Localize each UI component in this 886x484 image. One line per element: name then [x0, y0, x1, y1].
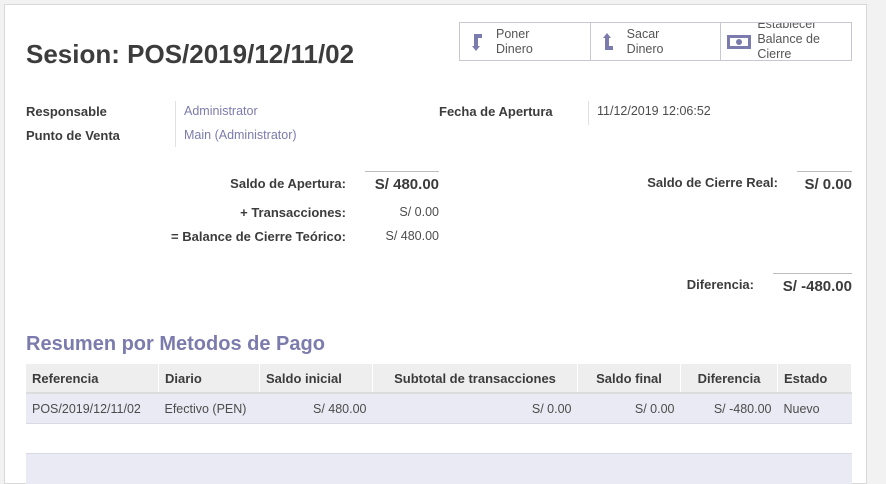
cell-saldo-final: S/ 0.00 — [577, 393, 681, 424]
column-header-saldo-final[interactable]: Saldo final — [577, 364, 681, 394]
column-header-estado[interactable]: Estado — [777, 364, 852, 394]
balance-teorico-value: S/ 480.00 — [385, 229, 439, 243]
arrow-up-icon — [591, 32, 627, 52]
diferencia-label: Diferencia: — [686, 277, 754, 292]
put-money-label-line: Dinero — [496, 41, 533, 56]
responsable-label: Responsable — [26, 104, 107, 119]
payment-summary-title: Resumen por Metodos de Pago — [26, 333, 325, 355]
payment-summary-table: Referencia Diario Saldo inicial Subtotal… — [26, 364, 852, 424]
saldo-cierre-real-value: S/ 0.00 — [797, 171, 852, 193]
transacciones-value: S/ 0.00 — [399, 205, 439, 219]
money-bill-icon — [721, 34, 757, 50]
put-money-button[interactable]: Poner Dinero — [460, 23, 591, 60]
take-money-label-line: Sacar — [626, 26, 660, 41]
column-header-diario[interactable]: Diario — [158, 364, 260, 394]
take-money-button[interactable]: Sacar Dinero — [591, 23, 722, 60]
table-row[interactable]: POS/2019/12/11/02 Efectivo (PEN) S/ 480.… — [26, 393, 852, 424]
set-closing-balance-button[interactable]: Establecer Balance de Cierre — [721, 23, 851, 60]
column-header-subtotal[interactable]: Subtotal de transacciones — [372, 364, 578, 394]
table-header-row: Referencia Diario Saldo inicial Subtotal… — [26, 364, 852, 394]
transacciones-label: + Transacciones: — [240, 205, 346, 220]
cell-saldo-inicial: S/ 480.00 — [259, 393, 373, 424]
set-balance-label-line: Balance de — [757, 32, 820, 46]
field-divider — [175, 101, 176, 147]
diferencia-value: S/ -480.00 — [773, 273, 852, 295]
cell-estado: Nuevo — [777, 393, 852, 424]
field-divider — [588, 101, 589, 125]
column-header-referencia[interactable]: Referencia — [26, 364, 159, 394]
cell-subtotal: S/ 0.00 — [372, 393, 578, 424]
column-header-saldo-inicial[interactable]: Saldo inicial — [259, 364, 373, 394]
arrow-down-icon — [460, 32, 496, 52]
responsable-link[interactable]: Administrator — [184, 104, 258, 118]
fecha-apertura-value: 11/12/2019 12:06:52 — [597, 104, 711, 118]
set-balance-label-line: Cierre — [757, 47, 792, 60]
balance-teorico-label: = Balance de Cierre Teórico: — [171, 229, 346, 244]
saldo-cierre-real-label: Saldo de Cierre Real: — [647, 175, 778, 190]
punto-venta-label: Punto de Venta — [26, 128, 120, 143]
set-balance-label-line: Establecer — [757, 23, 817, 31]
fecha-apertura-label: Fecha de Apertura — [439, 104, 553, 119]
punto-venta-link[interactable]: Main (Administrator) — [184, 128, 297, 142]
cell-diferencia: S/ -480.00 — [680, 393, 778, 424]
saldo-apertura-value: S/ 480.00 — [365, 171, 439, 193]
take-money-label-line: Dinero — [626, 41, 664, 56]
form-sheet: Sesion: POS/2019/12/11/02 Poner Dinero S… — [4, 4, 867, 484]
cell-diario: Efectivo (PEN) — [158, 393, 260, 424]
page-title: Sesion: POS/2019/12/11/02 — [26, 39, 355, 69]
column-header-diferencia[interactable]: Diferencia — [680, 364, 778, 394]
put-money-label-line: Poner — [496, 26, 530, 41]
stat-button-box: Poner Dinero Sacar Dinero Establecer Bal… — [459, 22, 852, 61]
next-section-bar — [26, 453, 852, 484]
cell-referencia: POS/2019/12/11/02 — [26, 393, 159, 424]
saldo-apertura-label: Saldo de Apertura: — [230, 176, 346, 191]
